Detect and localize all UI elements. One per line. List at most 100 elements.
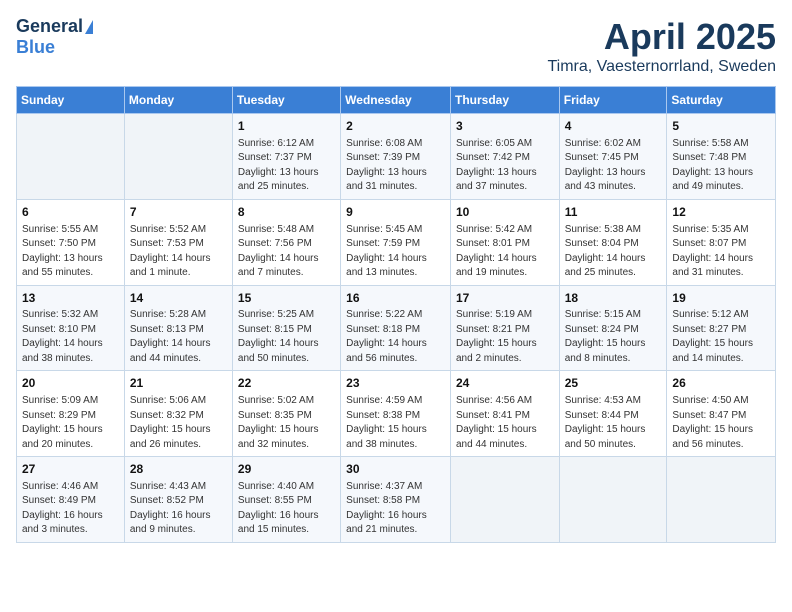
day-number: 28 — [130, 461, 227, 478]
day-detail: Sunrise: 5:32 AM Sunset: 8:10 PM Dayligh… — [22, 308, 119, 366]
calendar-cell: 10 Sunrise: 5:42 AM Sunset: 8:01 PM Dayli… — [450, 199, 559, 285]
day-detail: Sunrise: 5:15 AM Sunset: 8:24 PM Dayligh… — [565, 308, 662, 366]
day-number: 21 — [130, 375, 227, 392]
calendar-cell: 24 Sunrise: 4:56 AM Sunset: 8:41 PM Dayli… — [450, 371, 559, 457]
calendar-cell: 27 Sunrise: 4:46 AM Sunset: 8:49 PM Dayli… — [17, 457, 125, 543]
calendar-week-row: 27 Sunrise: 4:46 AM Sunset: 8:49 PM Dayli… — [17, 457, 776, 543]
day-number: 27 — [22, 461, 119, 478]
day-number: 29 — [238, 461, 335, 478]
day-number: 26 — [672, 375, 770, 392]
calendar-cell — [124, 114, 232, 200]
logo: General Blue — [16, 16, 93, 58]
day-detail: Sunrise: 4:43 AM Sunset: 8:52 PM Dayligh… — [130, 480, 227, 538]
day-detail: Sunrise: 5:09 AM Sunset: 8:29 PM Dayligh… — [22, 394, 119, 452]
day-number: 20 — [22, 375, 119, 392]
calendar-cell: 19Sunrise: 5:12 AM Sunset: 8:27 PM Dayli… — [667, 285, 776, 371]
day-detail: Sunrise: 4:46 AM Sunset: 8:49 PM Dayligh… — [22, 480, 119, 538]
day-detail: Sunrise: 5:28 AM Sunset: 8:13 PM Dayligh… — [130, 308, 227, 366]
day-number: 18 — [565, 290, 662, 307]
day-detail: Sunrise: 5:42 AM Sunset: 8:01 PM Dayligh… — [456, 223, 554, 281]
day-number: 11 — [565, 204, 662, 221]
calendar-cell: 30 Sunrise: 4:37 AM Sunset: 8:58 PM Dayli… — [341, 457, 451, 543]
calendar-cell: 2 Sunrise: 6:08 AM Sunset: 7:39 PM Daylig… — [341, 114, 451, 200]
calendar-cell: 18Sunrise: 5:15 AM Sunset: 8:24 PM Dayli… — [559, 285, 667, 371]
day-number: 23 — [346, 375, 445, 392]
day-detail: Sunrise: 6:08 AM Sunset: 7:39 PM Dayligh… — [346, 137, 445, 195]
calendar-cell: 17Sunrise: 5:19 AM Sunset: 8:21 PM Dayli… — [450, 285, 559, 371]
day-number: 30 — [346, 461, 445, 478]
weekday-header-thursday: Thursday — [450, 87, 559, 114]
day-detail: Sunrise: 4:59 AM Sunset: 8:38 PM Dayligh… — [346, 394, 445, 452]
calendar-cell: 26 Sunrise: 4:50 AM Sunset: 8:47 PM Dayli… — [667, 371, 776, 457]
weekday-header-tuesday: Tuesday — [232, 87, 340, 114]
day-number: 13 — [22, 290, 119, 307]
day-number: 12 — [672, 204, 770, 221]
calendar-cell: 21Sunrise: 5:06 AM Sunset: 8:32 PM Dayli… — [124, 371, 232, 457]
calendar-cell: 6Sunrise: 5:55 AM Sunset: 7:50 PM Daylig… — [17, 199, 125, 285]
day-number: 15 — [238, 290, 335, 307]
day-detail: Sunrise: 5:22 AM Sunset: 8:18 PM Dayligh… — [346, 308, 445, 366]
day-detail: Sunrise: 5:55 AM Sunset: 7:50 PM Dayligh… — [22, 223, 119, 281]
day-detail: Sunrise: 4:50 AM Sunset: 8:47 PM Dayligh… — [672, 394, 770, 452]
day-number: 22 — [238, 375, 335, 392]
weekday-header-saturday: Saturday — [667, 87, 776, 114]
day-number: 4 — [565, 118, 662, 135]
day-detail: Sunrise: 5:02 AM Sunset: 8:35 PM Dayligh… — [238, 394, 335, 452]
day-detail: Sunrise: 6:05 AM Sunset: 7:42 PM Dayligh… — [456, 137, 554, 195]
calendar-cell: 14Sunrise: 5:28 AM Sunset: 8:13 PM Dayli… — [124, 285, 232, 371]
weekday-header-wednesday: Wednesday — [341, 87, 451, 114]
calendar-cell — [667, 457, 776, 543]
day-detail: Sunrise: 4:40 AM Sunset: 8:55 PM Dayligh… — [238, 480, 335, 538]
calendar-cell: 28 Sunrise: 4:43 AM Sunset: 8:52 PM Dayli… — [124, 457, 232, 543]
logo-triangle-icon — [85, 20, 93, 34]
day-detail: Sunrise: 5:45 AM Sunset: 7:59 PM Dayligh… — [346, 223, 445, 281]
calendar-cell: 3Sunrise: 6:05 AM Sunset: 7:42 PM Daylig… — [450, 114, 559, 200]
calendar-cell: 23 Sunrise: 4:59 AM Sunset: 8:38 PM Dayli… — [341, 371, 451, 457]
day-detail: Sunrise: 5:25 AM Sunset: 8:15 PM Dayligh… — [238, 308, 335, 366]
day-number: 5 — [672, 118, 770, 135]
calendar-cell: 4 Sunrise: 6:02 AM Sunset: 7:45 PM Daylig… — [559, 114, 667, 200]
day-detail: Sunrise: 5:12 AM Sunset: 8:27 PM Dayligh… — [672, 308, 770, 366]
day-number: 10 — [456, 204, 554, 221]
day-detail: Sunrise: 6:02 AM Sunset: 7:45 PM Dayligh… — [565, 137, 662, 195]
month-title: April 2025 — [547, 16, 776, 58]
calendar-cell: 16Sunrise: 5:22 AM Sunset: 8:18 PM Dayli… — [341, 285, 451, 371]
calendar-cell — [17, 114, 125, 200]
calendar-cell — [559, 457, 667, 543]
day-number: 7 — [130, 204, 227, 221]
day-number: 8 — [238, 204, 335, 221]
day-detail: Sunrise: 6:12 AM Sunset: 7:37 PM Dayligh… — [238, 137, 335, 195]
day-detail: Sunrise: 4:37 AM Sunset: 8:58 PM Dayligh… — [346, 480, 445, 538]
day-number: 25 — [565, 375, 662, 392]
weekday-header-row: SundayMondayTuesdayWednesdayThursdayFrid… — [17, 87, 776, 114]
calendar-table: SundayMondayTuesdayWednesdayThursdayFrid… — [16, 86, 776, 543]
calendar-cell: 25Sunrise: 4:53 AM Sunset: 8:44 PM Dayli… — [559, 371, 667, 457]
weekday-header-friday: Friday — [559, 87, 667, 114]
day-detail: Sunrise: 5:52 AM Sunset: 7:53 PM Dayligh… — [130, 223, 227, 281]
calendar-week-row: 6Sunrise: 5:55 AM Sunset: 7:50 PM Daylig… — [17, 199, 776, 285]
calendar-cell: 29 Sunrise: 4:40 AM Sunset: 8:55 PM Dayli… — [232, 457, 340, 543]
calendar-cell: 20 Sunrise: 5:09 AM Sunset: 8:29 PM Dayli… — [17, 371, 125, 457]
location-title: Timra, Vaesternorrland, Sweden — [547, 58, 776, 76]
day-detail: Sunrise: 4:56 AM Sunset: 8:41 PM Dayligh… — [456, 394, 554, 452]
day-number: 2 — [346, 118, 445, 135]
title-block: April 2025 Timra, Vaesternorrland, Swede… — [547, 16, 776, 76]
day-number: 1 — [238, 118, 335, 135]
calendar-cell — [450, 457, 559, 543]
day-number: 16 — [346, 290, 445, 307]
day-number: 17 — [456, 290, 554, 307]
weekday-header-sunday: Sunday — [17, 87, 125, 114]
calendar-cell: 5Sunrise: 5:58 AM Sunset: 7:48 PM Daylig… — [667, 114, 776, 200]
day-number: 19 — [672, 290, 770, 307]
calendar-cell: 11 Sunrise: 5:38 AM Sunset: 8:04 PM Dayli… — [559, 199, 667, 285]
day-detail: Sunrise: 5:48 AM Sunset: 7:56 PM Dayligh… — [238, 223, 335, 281]
calendar-cell: 13Sunrise: 5:32 AM Sunset: 8:10 PM Dayli… — [17, 285, 125, 371]
calendar-cell: 12Sunrise: 5:35 AM Sunset: 8:07 PM Dayli… — [667, 199, 776, 285]
calendar-week-row: 1 Sunrise: 6:12 AM Sunset: 7:37 PM Daylig… — [17, 114, 776, 200]
calendar-cell: 8 Sunrise: 5:48 AM Sunset: 7:56 PM Daylig… — [232, 199, 340, 285]
calendar-week-row: 13Sunrise: 5:32 AM Sunset: 8:10 PM Dayli… — [17, 285, 776, 371]
day-number: 24 — [456, 375, 554, 392]
day-detail: Sunrise: 5:38 AM Sunset: 8:04 PM Dayligh… — [565, 223, 662, 281]
calendar-cell: 9Sunrise: 5:45 AM Sunset: 7:59 PM Daylig… — [341, 199, 451, 285]
logo-general-text: General — [16, 16, 83, 37]
